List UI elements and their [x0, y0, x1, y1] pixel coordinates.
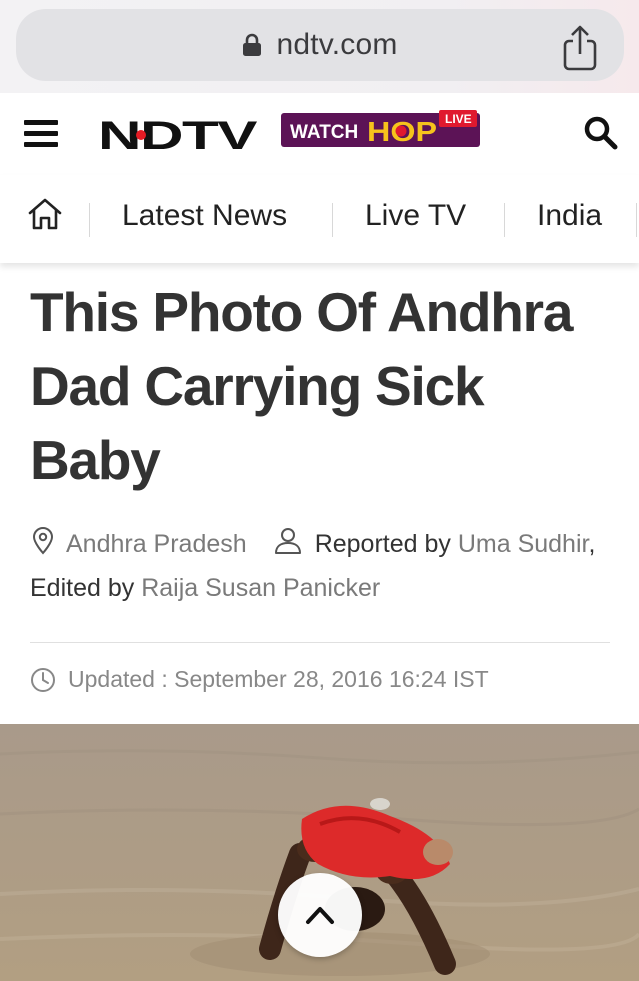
- section-nav: Latest News Live TV India: [0, 175, 639, 263]
- live-badge: LIVE: [445, 112, 472, 126]
- reporter-name[interactable]: Uma Sudhir: [458, 530, 589, 558]
- nav-separator: [332, 203, 333, 237]
- nav-item-india[interactable]: India: [537, 199, 602, 233]
- browser-toolbar: ndtv.com: [0, 0, 639, 93]
- watch-hop-live-banner[interactable]: WATCH HOP LIVE: [281, 110, 481, 148]
- address-bar[interactable]: ndtv.com: [16, 9, 624, 81]
- nav-separator: [636, 203, 637, 237]
- nav-separator: [89, 203, 90, 237]
- address-bar-content: ndtv.com: [16, 9, 624, 81]
- article-meta: Andhra Pradesh Reported by Uma Sudhir, E…: [30, 522, 620, 610]
- chevron-up-icon: [306, 907, 334, 924]
- editor-name[interactable]: Raija Susan Panicker: [141, 574, 380, 602]
- url-text: ndtv.com: [276, 28, 398, 61]
- updated-timestamp: Updated : September 28, 2016 16:24 IST: [30, 666, 489, 693]
- updated-text: Updated : September 28, 2016 16:24 IST: [68, 666, 489, 692]
- home-icon[interactable]: [26, 195, 64, 233]
- article-headline: This Photo Of Andhra Dad Carrying Sick B…: [30, 281, 573, 491]
- search-icon[interactable]: [583, 115, 619, 151]
- edited-by-label: Edited by: [30, 574, 135, 602]
- nav-item-live-tv[interactable]: Live TV: [365, 199, 466, 233]
- map-pin-icon: [32, 527, 54, 555]
- person-icon: [274, 528, 301, 554]
- nav-item-latest-news[interactable]: Latest News: [122, 199, 287, 233]
- article-location[interactable]: Andhra Pradesh: [66, 530, 247, 558]
- ndtv-logo[interactable]: NDTV: [98, 115, 258, 155]
- promo-watch-text: WATCH: [290, 122, 358, 143]
- reported-by-label: Reported by: [314, 530, 451, 558]
- share-icon[interactable]: [560, 25, 600, 71]
- site-header: NDTV WATCH HOP LIVE: [0, 93, 639, 175]
- meta-divider: [30, 642, 610, 643]
- nav-separator: [504, 203, 505, 237]
- hamburger-menu-icon[interactable]: [24, 120, 58, 148]
- clock-icon: [31, 667, 55, 692]
- scroll-to-top-button[interactable]: [278, 873, 362, 957]
- logo-text: NDTV: [98, 115, 258, 155]
- lock-icon: [243, 33, 262, 56]
